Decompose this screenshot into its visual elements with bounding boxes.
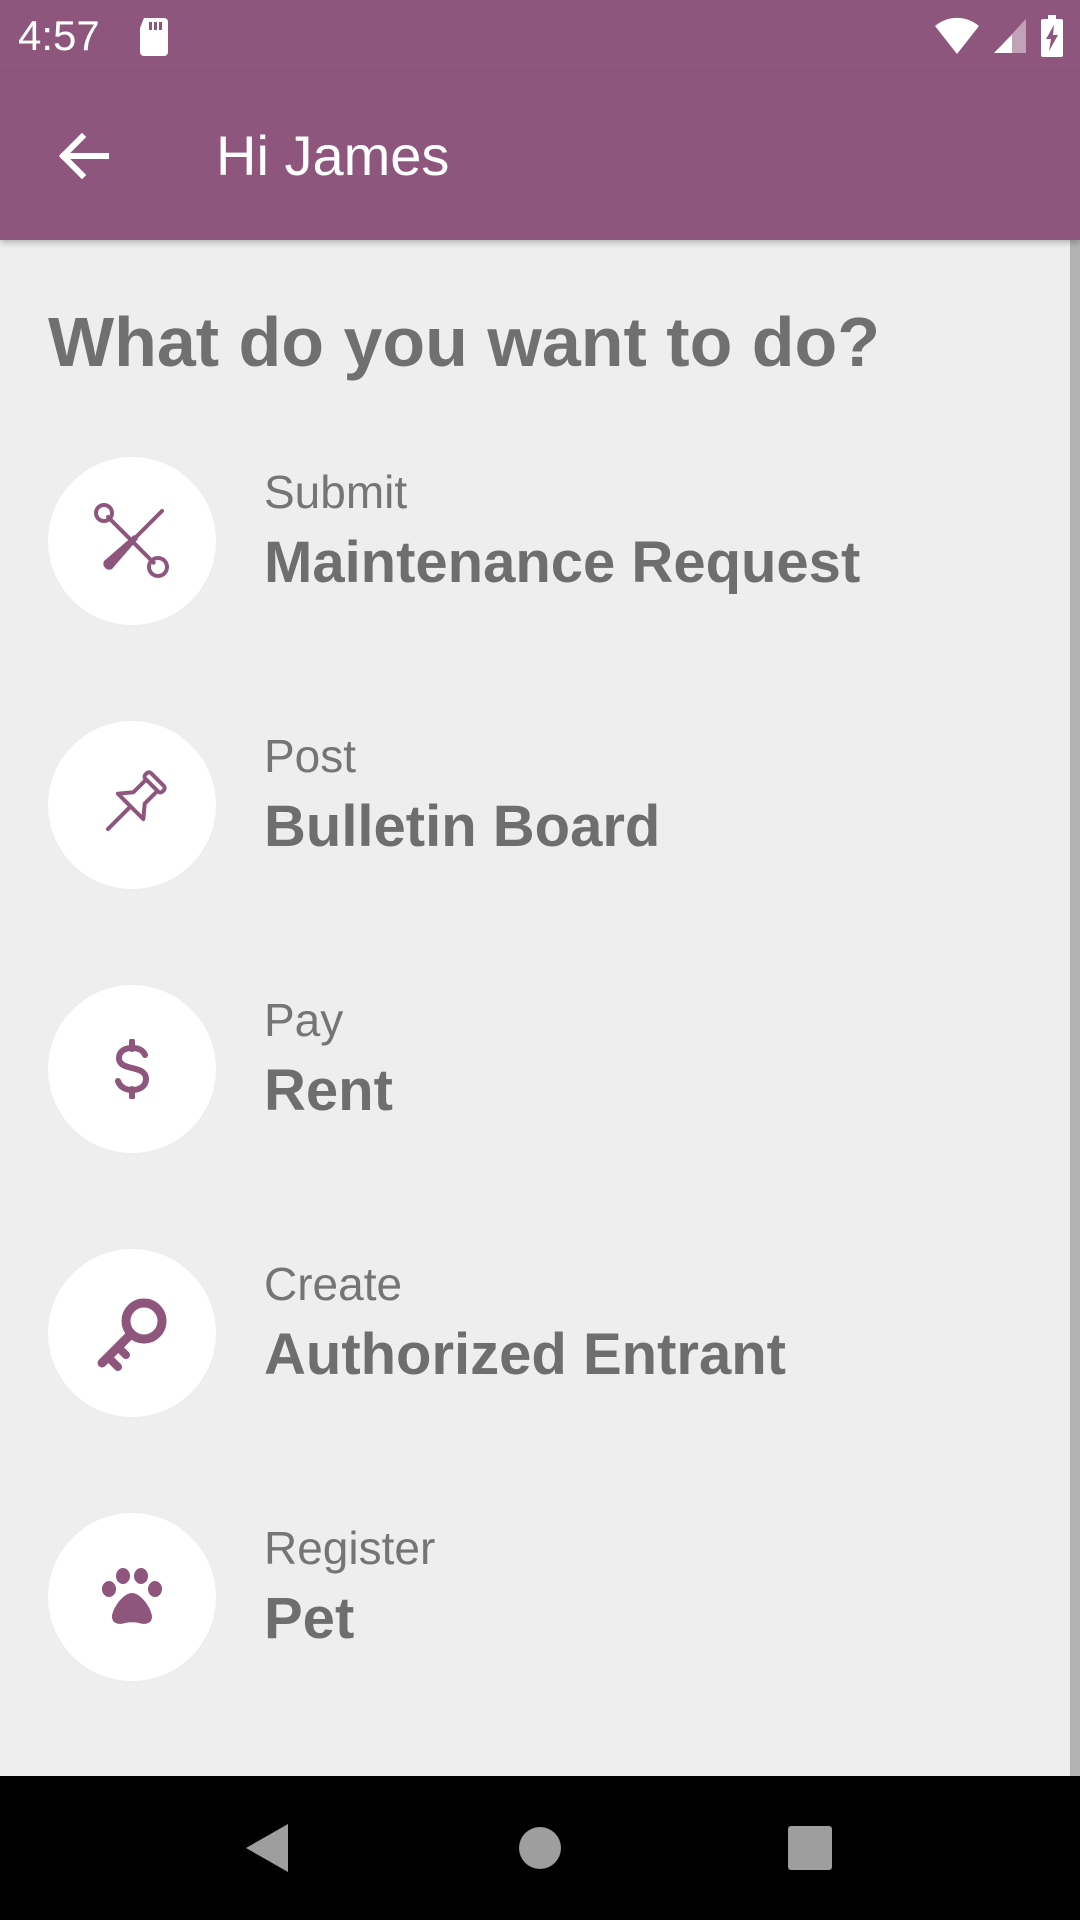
action-verb: Pay <box>264 994 344 1046</box>
nav-back-icon <box>246 1824 288 1872</box>
page-heading: What do you want to do? <box>48 303 881 381</box>
action-verb: Register <box>264 1522 436 1574</box>
back-button[interactable] <box>40 112 128 200</box>
tools-icon <box>94 503 169 578</box>
cell-signal-icon <box>994 19 1026 53</box>
action-icon-circle <box>48 1249 216 1417</box>
action-title: Authorized Entrant <box>264 1322 786 1387</box>
action-title: Maintenance Request <box>264 530 861 595</box>
action-icon-circle <box>48 457 216 625</box>
action-authorized-entrant[interactable]: Create Authorized Entrant <box>48 1249 1008 1417</box>
action-title: Pet <box>264 1586 355 1651</box>
action-pay-rent[interactable]: Pay Rent <box>48 985 1008 1153</box>
dollar-icon <box>115 1039 150 1099</box>
action-icon-circle <box>48 721 216 889</box>
scrollbar[interactable] <box>1070 240 1080 1776</box>
app-title: Hi James <box>216 124 450 187</box>
nav-back-button[interactable] <box>232 1812 304 1884</box>
status-bar: 4:57 <box>0 0 1080 72</box>
action-verb: Submit <box>264 466 408 518</box>
content-area: What do you want to do? Submit Maintenan… <box>0 240 1068 1776</box>
key-icon <box>97 1298 167 1371</box>
action-title: Bulletin Board <box>264 794 661 859</box>
action-verb: Post <box>264 730 357 782</box>
action-verb: Create <box>264 1258 403 1310</box>
battery-charging-icon <box>1041 15 1063 57</box>
action-title: Rent <box>264 1058 393 1123</box>
wifi-icon <box>935 17 979 54</box>
action-maintenance-request[interactable]: Submit Maintenance Request <box>48 457 1008 625</box>
action-icon-circle <box>48 985 216 1153</box>
pushpin-icon <box>105 770 167 832</box>
action-register-pet[interactable]: Register Pet <box>48 1513 1008 1681</box>
nav-recents-button[interactable] <box>774 1812 846 1884</box>
system-nav-bar <box>0 1776 1080 1920</box>
nav-home-button[interactable] <box>504 1812 576 1884</box>
status-icons <box>934 14 1064 58</box>
app-bar: Hi James <box>0 72 1080 240</box>
nav-recents-icon <box>788 1826 832 1870</box>
arrow-left-icon <box>58 132 109 180</box>
action-icon-circle <box>48 1513 216 1681</box>
action-bulletin-board[interactable]: Post Bulletin Board <box>48 721 1008 889</box>
sd-card-icon <box>140 18 168 56</box>
paw-icon <box>102 1568 162 1624</box>
status-time: 4:57 <box>18 12 100 59</box>
nav-home-icon <box>519 1827 561 1869</box>
screen: 4:57 Hi James What do you want to do? Su… <box>0 0 1080 1920</box>
